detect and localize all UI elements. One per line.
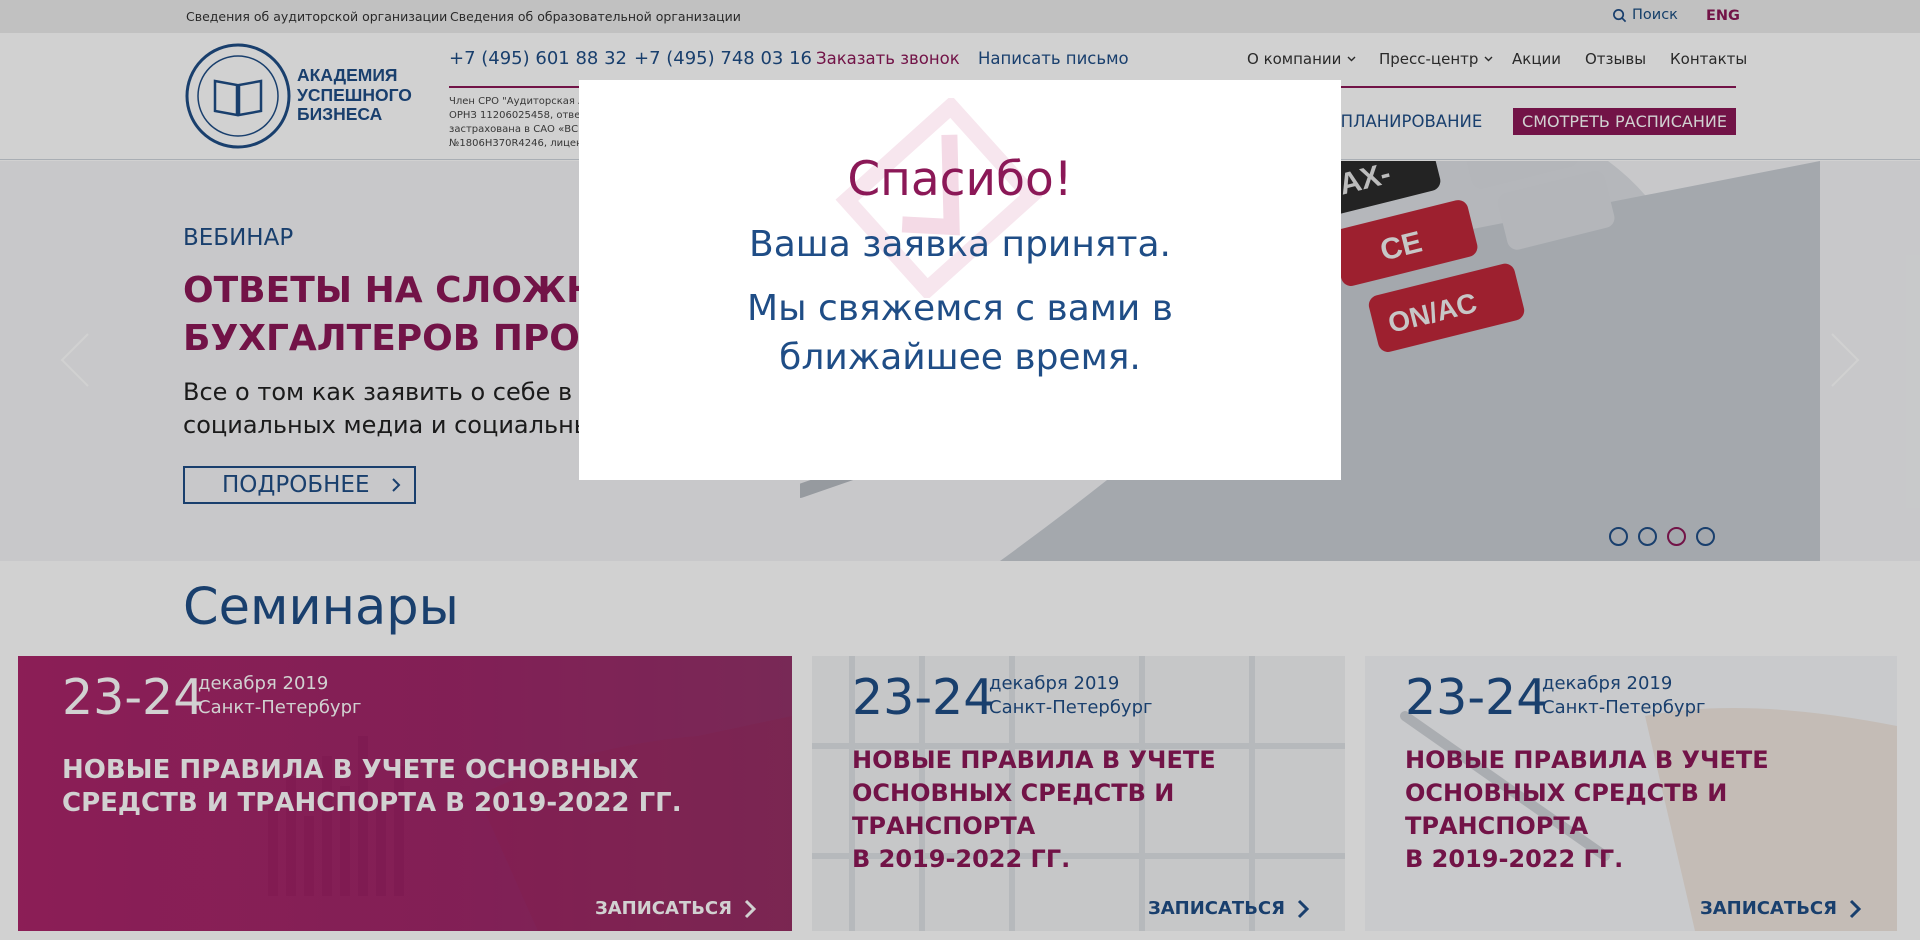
thank-you-modal: Спасибо! Ваша заявка принята. Мы свяжемс… <box>579 80 1341 480</box>
modal-message-contact: Мы свяжемся с вами в ближайшее время. <box>747 288 1173 378</box>
modal-message-accepted: Ваша заявка принята. <box>749 224 1171 265</box>
modal-title: Спасибо! <box>847 152 1073 207</box>
